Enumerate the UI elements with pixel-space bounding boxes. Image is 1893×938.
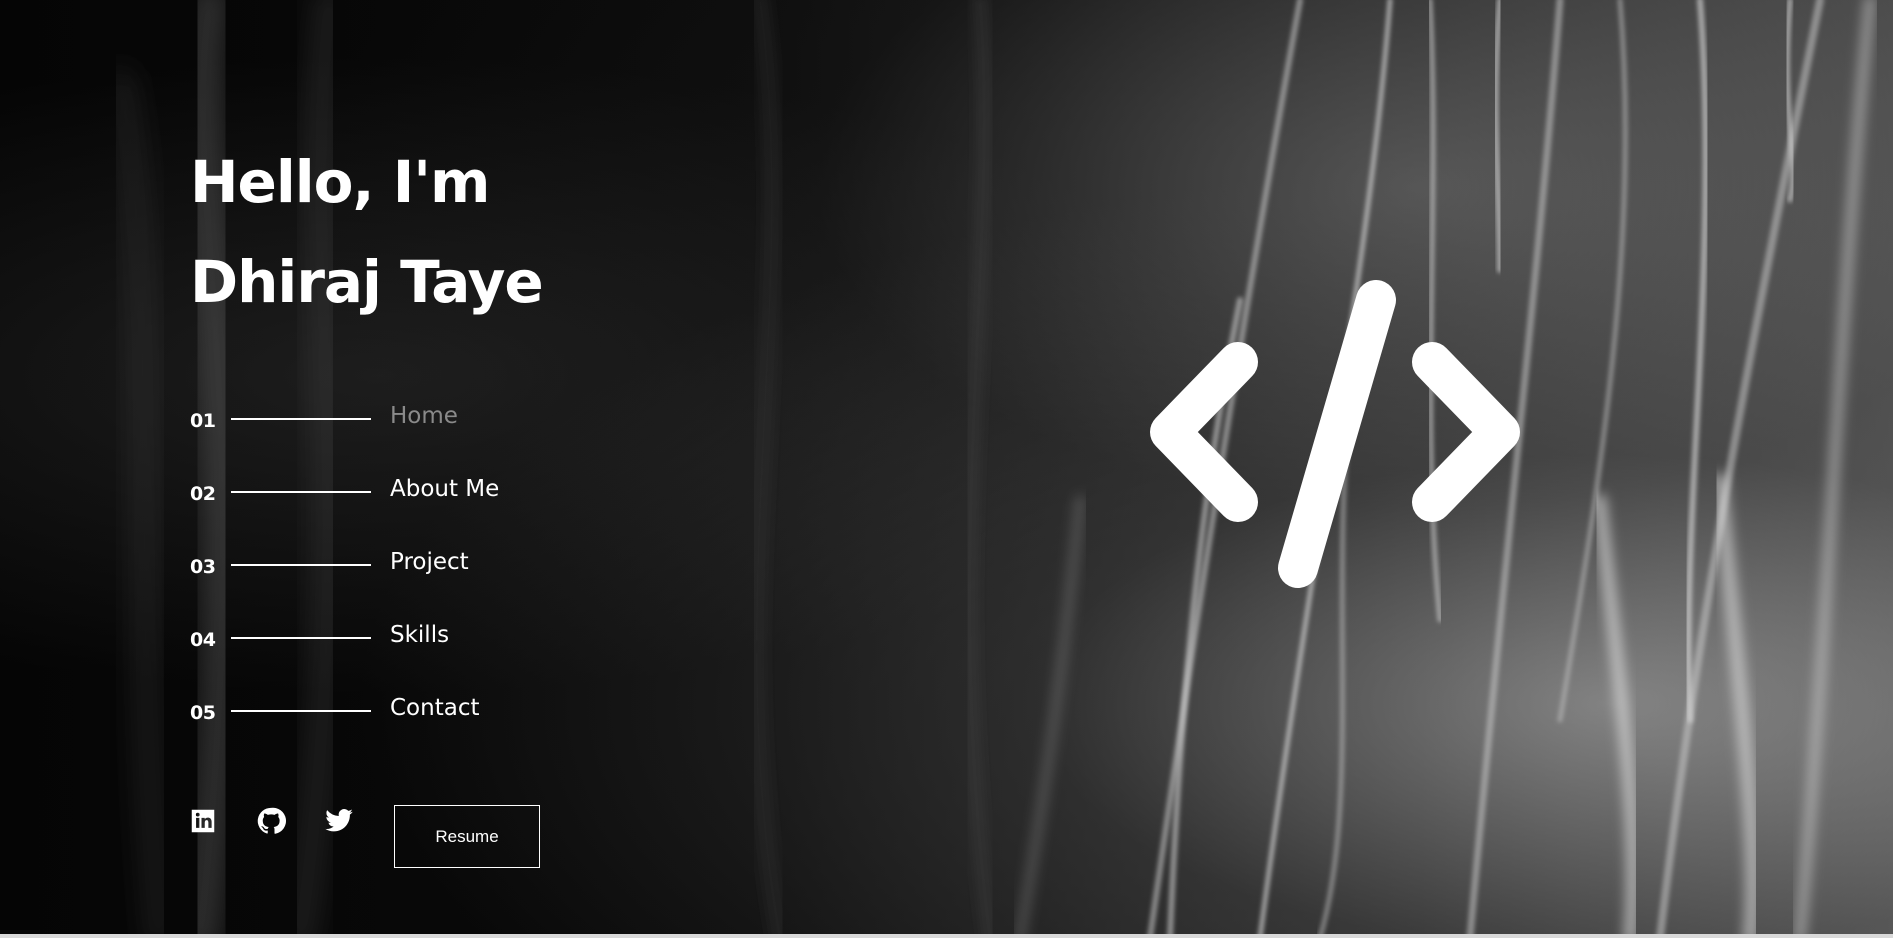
- nav-divider-line: [231, 418, 371, 420]
- resume-button[interactable]: Resume: [394, 805, 540, 868]
- nav-label: Project: [390, 549, 469, 575]
- hero-name: Dhiraj Taye: [190, 248, 544, 316]
- nav-number: 01: [190, 410, 216, 432]
- nav-number: 04: [190, 629, 216, 651]
- twitter-icon[interactable]: [324, 806, 354, 836]
- nav-divider-line: [231, 564, 371, 566]
- nav-number: 03: [190, 556, 216, 578]
- nav-label: Contact: [390, 695, 480, 721]
- nav-item-home[interactable]: 01 Home: [190, 392, 550, 465]
- nav-number: 05: [190, 702, 216, 724]
- hero-greeting: Hello, I'm: [190, 148, 490, 216]
- nav-divider-line: [231, 491, 371, 493]
- hero-heading: Hello, I'm Dhiraj Taye: [190, 132, 544, 332]
- github-icon[interactable]: [256, 806, 286, 836]
- main-nav: 01 Home 02 About Me 03 Project 04 Skills…: [190, 392, 550, 757]
- social-links: [188, 806, 392, 836]
- nav-divider-line: [231, 637, 371, 639]
- linkedin-icon[interactable]: [188, 806, 218, 836]
- nav-item-project[interactable]: 03 Project: [190, 538, 550, 611]
- code-brackets-icon: [1140, 280, 1530, 590]
- nav-number: 02: [190, 483, 216, 505]
- nav-label: About Me: [390, 476, 500, 502]
- bottom-edge: [0, 934, 1893, 938]
- nav-item-contact[interactable]: 05 Contact: [190, 684, 550, 757]
- nav-label: Home: [390, 403, 458, 429]
- nav-item-skills[interactable]: 04 Skills: [190, 611, 550, 684]
- nav-label: Skills: [390, 622, 450, 648]
- nav-item-about-me[interactable]: 02 About Me: [190, 465, 550, 538]
- nav-divider-line: [231, 710, 371, 712]
